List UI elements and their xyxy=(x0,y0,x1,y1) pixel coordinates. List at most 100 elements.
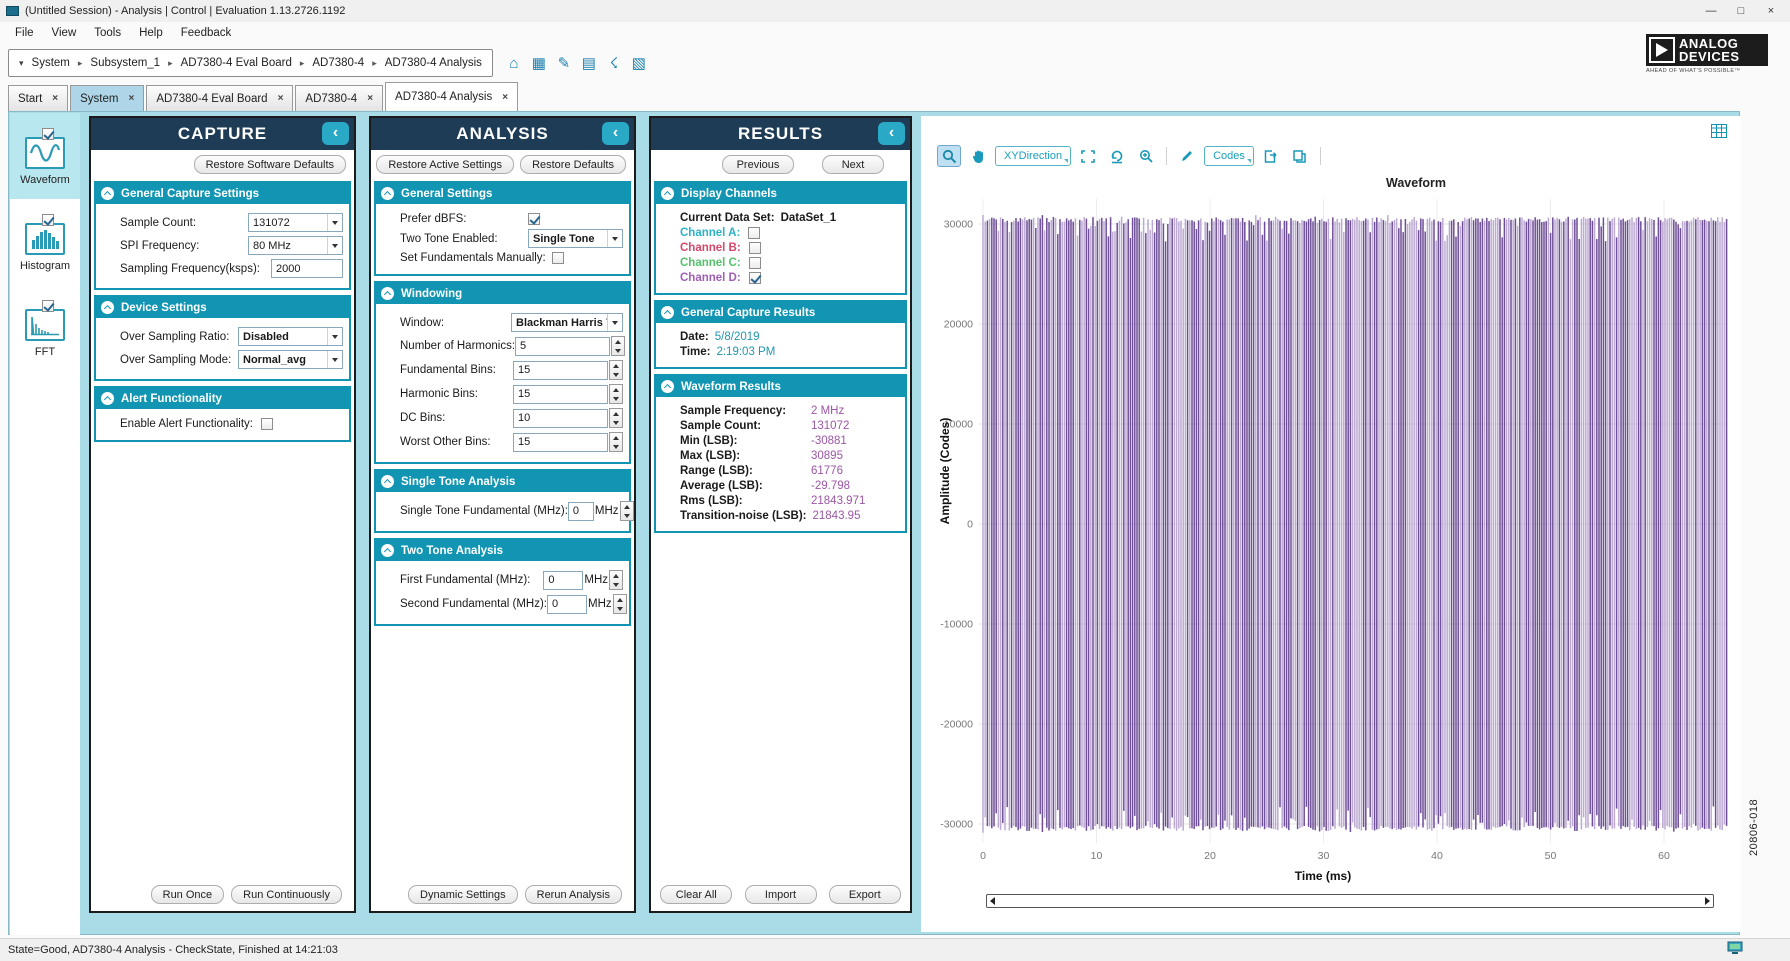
first-fundamental-spinner[interactable] xyxy=(609,570,623,590)
close-icon[interactable] xyxy=(52,93,58,104)
collapse-analysis-icon[interactable] xyxy=(602,122,629,145)
home-icon[interactable]: ⌂ xyxy=(505,55,523,71)
minimize-button[interactable]: — xyxy=(1696,0,1726,22)
harmonics-spinner[interactable] xyxy=(611,336,625,356)
restore-active-settings-button[interactable]: Restore Active Settings xyxy=(376,155,514,174)
export-button[interactable]: Export xyxy=(829,885,901,904)
collapse-section-icon[interactable] xyxy=(381,287,394,300)
channel-d-checkbox[interactable] xyxy=(749,272,761,284)
collapse-section-icon[interactable] xyxy=(381,187,394,200)
second-fundamental-spinner[interactable] xyxy=(613,594,627,614)
second-fundamental-input[interactable] xyxy=(547,595,587,614)
menu-help[interactable]: Help xyxy=(130,25,172,41)
menu-view[interactable]: View xyxy=(43,25,86,41)
restore-software-defaults-button[interactable]: Restore Software Defaults xyxy=(194,155,346,174)
section-header[interactable]: Windowing xyxy=(376,283,629,304)
macro-icon[interactable]: ▧ xyxy=(630,55,648,71)
breadcrumb-subsystem[interactable]: Subsystem_1 xyxy=(90,57,180,69)
fundamental-bins-spinner[interactable] xyxy=(609,360,623,380)
section-header[interactable]: General Capture Results xyxy=(656,302,905,323)
tab-analysis[interactable]: AD7380-4 Analysis xyxy=(385,82,518,111)
section-header[interactable]: Display Channels xyxy=(656,183,905,204)
waveform-checkbox[interactable] xyxy=(42,128,54,140)
over-sampling-ratio-dropdown[interactable]: Disabled xyxy=(238,327,343,346)
memory-map-icon[interactable]: ▤ xyxy=(580,55,598,71)
tab-eval-board[interactable]: AD7380-4 Eval Board xyxy=(146,85,293,111)
sidebar-item-fft[interactable]: FFT xyxy=(10,285,80,371)
section-header[interactable]: Two Tone Analysis xyxy=(376,540,629,561)
single-tone-fundamental-input[interactable] xyxy=(568,502,594,521)
dynamic-settings-button[interactable]: Dynamic Settings xyxy=(408,885,518,904)
collapse-capture-icon[interactable] xyxy=(322,122,349,145)
section-header[interactable]: General Settings xyxy=(376,183,629,204)
over-sampling-mode-dropdown[interactable]: Normal_avg xyxy=(238,350,343,369)
tab-chip[interactable]: AD7380-4 xyxy=(295,85,383,111)
menu-feedback[interactable]: Feedback xyxy=(172,25,241,41)
set-fundamentals-checkbox[interactable] xyxy=(552,252,564,264)
tools-icon[interactable]: ✎ xyxy=(555,55,573,71)
collapse-section-icon[interactable] xyxy=(661,380,674,393)
collapse-section-icon[interactable] xyxy=(661,306,674,319)
section-header[interactable]: Single Tone Analysis xyxy=(376,471,629,492)
import-button[interactable]: Import xyxy=(745,885,817,904)
close-icon[interactable] xyxy=(502,92,508,103)
prefer-dbfs-checkbox[interactable] xyxy=(528,213,540,225)
menu-file[interactable]: File xyxy=(6,25,43,41)
data-grid-icon[interactable] xyxy=(1711,124,1727,141)
previous-button[interactable]: Previous xyxy=(722,155,794,174)
channel-c-checkbox[interactable] xyxy=(749,257,761,269)
harmonics-input[interactable] xyxy=(515,337,610,356)
run-once-button[interactable]: Run Once xyxy=(151,885,225,904)
sidebar-item-histogram[interactable]: Histogram xyxy=(10,199,80,285)
fit-to-view-icon[interactable] xyxy=(1076,145,1100,167)
dc-bins-spinner[interactable] xyxy=(609,408,623,428)
zoom-in-icon[interactable] xyxy=(1134,145,1158,167)
dc-bins-input[interactable] xyxy=(513,409,608,428)
rerun-analysis-button[interactable]: Rerun Analysis xyxy=(525,885,622,904)
codes-button[interactable]: Codes xyxy=(1204,146,1254,166)
chart-horizontal-scrollbar[interactable] xyxy=(986,894,1714,908)
collapse-section-icon[interactable] xyxy=(101,187,114,200)
xydirection-button[interactable]: XYDirection xyxy=(995,146,1071,166)
collapse-section-icon[interactable] xyxy=(381,544,394,557)
connection-status-icon[interactable] xyxy=(1727,941,1743,958)
close-button[interactable]: × xyxy=(1756,0,1786,22)
close-icon[interactable] xyxy=(128,93,134,104)
harmonic-bins-input[interactable] xyxy=(513,385,608,404)
breadcrumb-system[interactable]: System xyxy=(32,57,91,69)
channel-b-checkbox[interactable] xyxy=(749,242,761,254)
section-header[interactable]: Alert Functionality xyxy=(96,388,349,409)
breadcrumb-evalboard[interactable]: AD7380-4 Eval Board xyxy=(181,57,313,69)
worst-other-bins-input[interactable] xyxy=(513,433,608,452)
collapse-results-icon[interactable] xyxy=(878,122,905,145)
channel-a-checkbox[interactable] xyxy=(748,227,760,239)
waveform-chart[interactable]: 01020304050603000020000100000-10000-2000… xyxy=(921,171,1739,889)
enable-alert-checkbox[interactable] xyxy=(261,418,273,430)
breadcrumb-chip[interactable]: AD7380-4 xyxy=(312,57,384,69)
tab-system[interactable]: System xyxy=(70,85,144,111)
tab-start[interactable]: Start xyxy=(8,85,68,111)
scroll-left-icon[interactable] xyxy=(990,897,995,905)
worst-other-bins-spinner[interactable] xyxy=(609,432,623,452)
collapse-section-icon[interactable] xyxy=(381,475,394,488)
breadcrumb-box[interactable]: ▾ System Subsystem_1 AD7380-4 Eval Board… xyxy=(8,49,493,77)
close-icon[interactable] xyxy=(278,93,284,104)
sample-count-dropdown[interactable]: 131072 xyxy=(248,213,343,232)
copy-chart-icon[interactable] xyxy=(1288,145,1312,167)
collapse-section-icon[interactable] xyxy=(661,187,674,200)
section-header[interactable]: Device Settings xyxy=(96,297,349,318)
grid-view-icon[interactable]: ▦ xyxy=(530,55,548,71)
clear-all-button[interactable]: Clear All xyxy=(660,885,732,904)
pan-hand-icon[interactable] xyxy=(966,145,990,167)
export-chart-icon[interactable] xyxy=(1259,145,1283,167)
harmonic-bins-spinner[interactable] xyxy=(609,384,623,404)
first-fundamental-input[interactable] xyxy=(543,571,583,590)
scroll-right-icon[interactable] xyxy=(1705,897,1710,905)
run-continuously-button[interactable]: Run Continuously xyxy=(231,885,342,904)
annotate-pencil-icon[interactable] xyxy=(1175,145,1199,167)
restore-defaults-button[interactable]: Restore Defaults xyxy=(520,155,626,174)
spi-frequency-dropdown[interactable]: 80 MHz xyxy=(248,236,343,255)
window-dropdown[interactable]: Blackman Harris 7 xyxy=(511,313,623,332)
breadcrumb-analysis[interactable]: AD7380-4 Analysis xyxy=(385,57,482,69)
single-tone-spinner[interactable] xyxy=(620,501,634,521)
